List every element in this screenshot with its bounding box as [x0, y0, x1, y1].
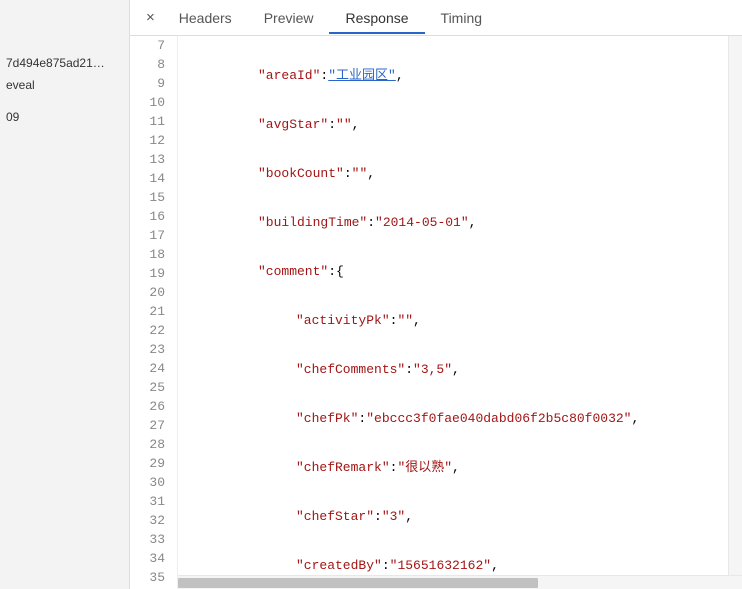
tab-timing[interactable]: Timing [425, 2, 499, 34]
tab-response[interactable]: Response [329, 2, 424, 34]
line-number: 22 [130, 321, 165, 340]
code-line: "comment":{ [182, 262, 742, 281]
details-panel: × Headers Preview Response Timing 7 8 9 … [130, 0, 742, 589]
code-line: "chefStar":"3", [182, 507, 742, 526]
devtools-panel: 7d494e875ad21… eveal 09 × Headers Previe… [0, 0, 742, 589]
line-number: 9 [130, 74, 165, 93]
line-number: 31 [130, 492, 165, 511]
code-line: "avgStar":"", [182, 115, 742, 134]
line-number: 13 [130, 150, 165, 169]
line-number: 35 [130, 568, 165, 587]
response-code-area[interactable]: 7 8 9 10 11 12 13 14 15 16 17 18 19 20 2… [130, 36, 742, 589]
code-line: "bookCount":"", [182, 164, 742, 183]
close-icon[interactable]: × [138, 9, 163, 26]
line-number: 20 [130, 283, 165, 302]
line-number: 34 [130, 549, 165, 568]
line-number-gutter: 7 8 9 10 11 12 13 14 15 16 17 18 19 20 2… [130, 36, 178, 589]
request-item[interactable]: eveal [0, 74, 129, 96]
line-number: 29 [130, 454, 165, 473]
line-number: 26 [130, 397, 165, 416]
line-number: 24 [130, 359, 165, 378]
horizontal-scrollbar[interactable] [178, 575, 742, 589]
line-number: 25 [130, 378, 165, 397]
tab-preview[interactable]: Preview [248, 2, 330, 34]
code-line: "areaId":"工业园区", [182, 66, 742, 85]
request-item[interactable]: 09 [0, 106, 129, 128]
line-number: 28 [130, 435, 165, 454]
tab-headers[interactable]: Headers [163, 2, 248, 34]
tab-bar: × Headers Preview Response Timing [130, 0, 742, 36]
code-content[interactable]: "areaId":"工业园区", "avgStar":"", "bookCoun… [178, 36, 742, 589]
code-line: "buildingTime":"2014-05-01", [182, 213, 742, 232]
line-number: 12 [130, 131, 165, 150]
scrollbar-thumb[interactable] [178, 578, 538, 588]
line-number: 21 [130, 302, 165, 321]
line-number: 14 [130, 169, 165, 188]
line-number: 32 [130, 511, 165, 530]
line-number: 17 [130, 226, 165, 245]
line-number: 27 [130, 416, 165, 435]
line-number: 7 [130, 36, 165, 55]
line-number: 10 [130, 93, 165, 112]
line-number: 11 [130, 112, 165, 131]
code-line: "activityPk":"", [182, 311, 742, 330]
code-line: "chefComments":"3,5", [182, 360, 742, 379]
request-item[interactable]: 7d494e875ad21… [0, 52, 129, 74]
line-number: 16 [130, 207, 165, 226]
code-line: "chefRemark":"很以熟", [182, 458, 742, 477]
line-number: 18 [130, 245, 165, 264]
line-number: 30 [130, 473, 165, 492]
vertical-scrollbar[interactable] [728, 36, 742, 575]
code-line: "createdBy":"15651632162", [182, 556, 742, 575]
line-number: 19 [130, 264, 165, 283]
line-number: 23 [130, 340, 165, 359]
line-number: 15 [130, 188, 165, 207]
code-line: "chefPk":"ebccc3f0fae040dabd06f2b5c80f00… [182, 409, 742, 428]
network-requests-list[interactable]: 7d494e875ad21… eveal 09 [0, 0, 130, 589]
line-number: 33 [130, 530, 165, 549]
line-number: 8 [130, 55, 165, 74]
